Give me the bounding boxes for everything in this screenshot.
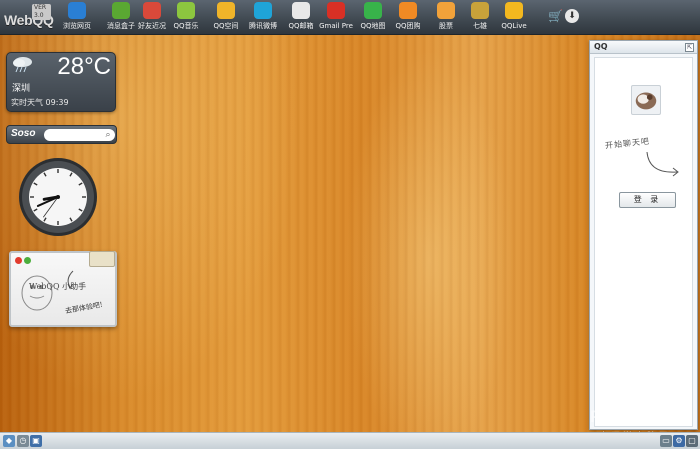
globe-icon [68, 2, 86, 19]
tray-settings-icon[interactable]: ⚙ [673, 435, 685, 447]
message-box-icon [112, 2, 130, 19]
music-icon [177, 2, 195, 19]
app-label: 浏览网页 [63, 22, 91, 30]
cart-icon[interactable]: 🛒 [548, 9, 563, 23]
tray-screen-icon[interactable]: ▭ [660, 435, 672, 447]
temperature: 28°C [57, 53, 111, 80]
city-name: 深圳 [12, 84, 31, 94]
pin-icon[interactable]: ⇱ [685, 43, 694, 52]
app-globe[interactable]: 浏览网页 [57, 2, 97, 33]
app-label: Gmail Pre [319, 22, 353, 30]
qqlive-icon [505, 2, 523, 19]
search-icon[interactable]: ⌕ [102, 129, 114, 141]
app-mail[interactable]: QQ邮箱 [281, 2, 321, 33]
app-label: QQLive [501, 22, 527, 30]
stock-icon [437, 2, 455, 19]
login-button[interactable]: 登 录 [619, 192, 676, 208]
helper-title: WebQQ 小助手 [29, 282, 87, 291]
app-label: QQ音乐 [173, 22, 199, 30]
tray-window-icon[interactable]: ▢ [686, 435, 698, 447]
app-map[interactable]: QQ地图 [353, 2, 393, 33]
qzone-icon [217, 2, 235, 19]
app-qzone[interactable]: QQ空间 [206, 2, 246, 33]
penguin-sketch-icon [21, 270, 74, 311]
soso-logo: Soso [11, 128, 36, 139]
app-label: QQ地图 [360, 22, 386, 30]
soso-search-widget: Soso ⌕ [6, 125, 117, 144]
weather-widget[interactable]: 28°C 深圳 实时天气 09:39 [6, 52, 116, 112]
taskbar: ◆ ◷ ▣ ▭ ⚙ ▢ [0, 432, 700, 449]
qq-panel-body: 开始聊天吧 登 录 [594, 57, 693, 427]
gmail-icon [327, 2, 345, 19]
weather-live-time: 实时天气 09:39 [11, 98, 69, 107]
webqq-logo[interactable]: WebQQ VER 3.0 [3, 3, 54, 31]
version-badge: VER 3.0 [32, 4, 51, 20]
qq-panel: QQ ⇱ 开始聊天吧 登 录 [589, 40, 698, 430]
map-icon [364, 2, 382, 19]
mail-icon [292, 2, 310, 19]
friends-status-icon [143, 2, 161, 19]
app-label: QQ空间 [213, 22, 239, 30]
curved-arrow-icon [646, 151, 679, 177]
desktop-toggle-icon[interactable]: ▣ [30, 435, 42, 447]
webqq-helper-widget[interactable]: WebQQ 小助手 去那体验吧! [9, 251, 117, 327]
top-toolbar: WebQQ VER 3.0 浏览网页 消息盒子 好友近况 QQ音乐 QQ空间 腾讯微博 QQ… [0, 0, 700, 35]
watermark: PConline [590, 407, 664, 426]
qq-panel-header[interactable]: QQ ⇱ [590, 41, 697, 54]
game-icon [471, 2, 489, 19]
start-menu-icon[interactable]: ◆ [3, 435, 15, 447]
app-weibo[interactable]: 腾讯微博 [243, 2, 283, 33]
avatar[interactable] [631, 85, 661, 115]
app-gmail[interactable]: Gmail Pre [316, 2, 356, 33]
app-label: 腾讯微博 [249, 22, 277, 30]
weibo-icon [254, 2, 272, 19]
app-music[interactable]: QQ音乐 [166, 2, 206, 33]
app-label: QQ团购 [395, 22, 421, 30]
app-label: QQ邮箱 [288, 22, 314, 30]
rain-cloud-icon [13, 57, 32, 73]
qq-panel-title: QQ [594, 42, 608, 51]
app-group-buy[interactable]: QQ团购 [388, 2, 428, 33]
app-qqlive[interactable]: QQLive [494, 2, 534, 33]
start-chat-hint: 开始聊天吧 [604, 136, 651, 151]
clock-widget[interactable] [18, 157, 98, 237]
clock-toggle-icon[interactable]: ◷ [17, 435, 29, 447]
group-buy-icon [399, 2, 417, 19]
download-icon[interactable]: ⬇ [565, 9, 579, 23]
